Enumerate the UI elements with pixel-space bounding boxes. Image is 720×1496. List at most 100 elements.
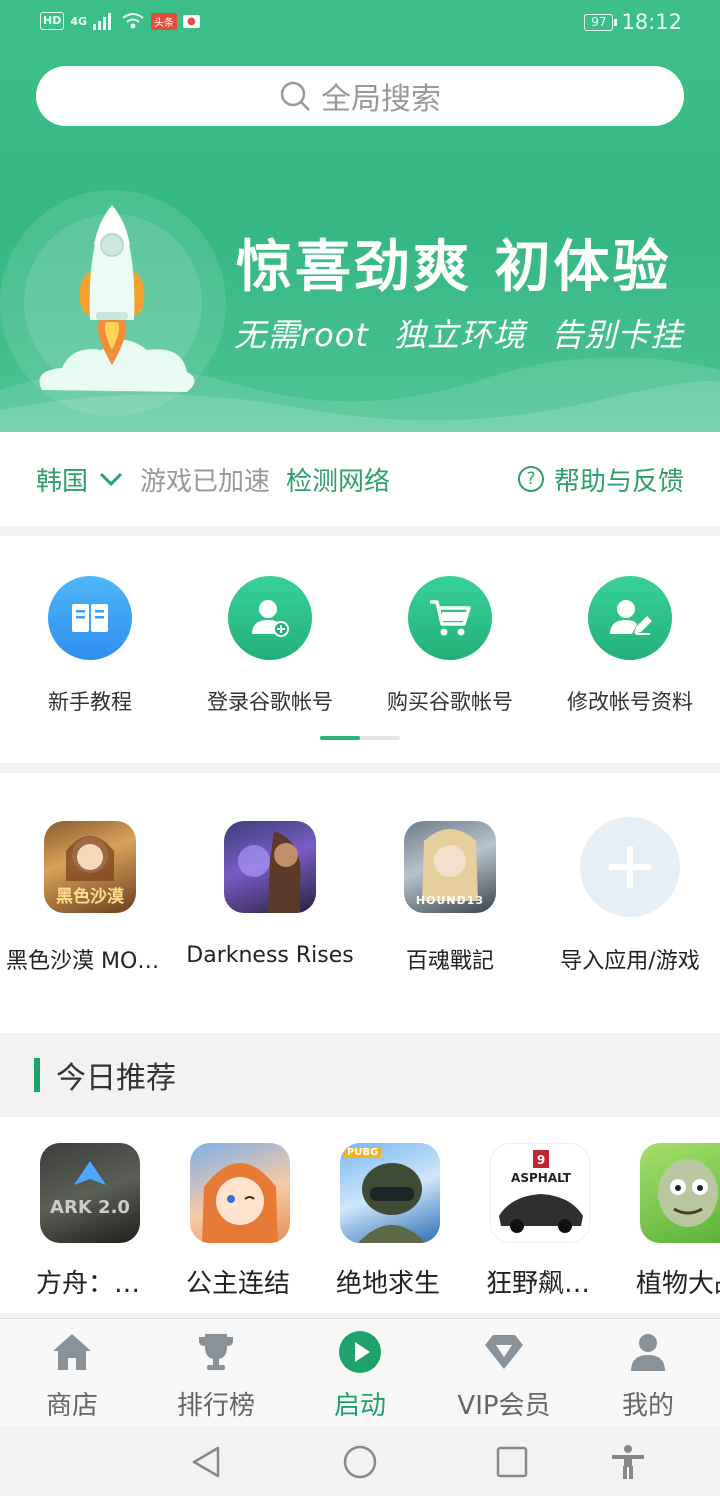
recommend-name: 狂野飙车9: [486, 1269, 596, 1299]
nav-launch[interactable]: 启动: [288, 1329, 432, 1422]
wifi-icon: [122, 13, 144, 29]
app-name: 黑色沙漠 MOBILE: [6, 949, 180, 974]
ark-icon: ARK 2.0: [40, 1143, 140, 1243]
accel-status: 游戏已加速: [140, 466, 271, 497]
question-icon: ?: [517, 466, 544, 492]
search-bar[interactable]: 全局搜索: [36, 66, 684, 126]
import-app-button[interactable]: 导入应用/游戏: [540, 817, 720, 975]
game-art: [358, 1163, 426, 1243]
installed-apps: 黑色沙漠 黑色沙漠 MOBILE Darkness Rises HOUND13 …: [0, 773, 720, 1033]
hound13-icon: HOUND13: [404, 821, 496, 913]
quick-action-login-google[interactable]: 登录谷歌帐号: [180, 576, 360, 716]
game-art: [238, 831, 301, 913]
quick-action-label: 购买谷歌帐号: [387, 690, 513, 714]
icon-text: 黑色沙漠: [56, 887, 124, 907]
game-art: ARK 2.0: [50, 1161, 130, 1218]
quick-action-label: 修改帐号资料: [567, 690, 693, 714]
nav-label: 启动: [333, 1391, 386, 1421]
princess-connect-icon: [190, 1143, 290, 1243]
app-name: 百魂戰記: [405, 949, 494, 974]
bottom-nav: 商店 排行榜 启动 VIP会员 我的: [0, 1318, 720, 1426]
recommend-title: 今日推荐: [56, 1061, 176, 1096]
pvz-icon: [640, 1143, 720, 1243]
darkness-rises-icon: [224, 821, 316, 913]
nav-store[interactable]: 商店: [0, 1329, 144, 1422]
network-label: 4G: [70, 14, 88, 28]
cart-icon: [430, 600, 471, 636]
pubg-tag: PUBG: [344, 1147, 382, 1158]
quick-action-tutorial[interactable]: 新手教程: [0, 576, 180, 716]
recommend-item[interactable]: ARK 2.0 方舟：生存进化: [36, 1143, 186, 1300]
nav-label: 排行榜: [176, 1391, 255, 1421]
import-label: 导入应用/游戏: [560, 949, 700, 974]
recents-icon[interactable]: [494, 1444, 530, 1480]
asphalt-icon: 9 ASPHALT: [490, 1143, 590, 1243]
icon-text: ASPHALT: [511, 1171, 572, 1185]
accessibility-icon[interactable]: [610, 1444, 646, 1480]
quick-actions: 新手教程 登录谷歌帐号 购买谷歌帐号 修改帐号资料: [0, 536, 720, 763]
nav-mine[interactable]: 我的: [576, 1329, 720, 1422]
region-selector[interactable]: 韩国: [36, 461, 124, 498]
recommend-name: 绝地求生: [336, 1269, 441, 1299]
plus-icon: [609, 846, 651, 888]
help-feedback-link[interactable]: ? 帮助与反馈: [517, 461, 684, 498]
recommend-item[interactable]: 9 ASPHALT 狂野飙车9: [486, 1143, 636, 1300]
recommend-name: 方舟：生存进化: [36, 1269, 146, 1299]
banner-waves: [0, 357, 720, 432]
app-item[interactable]: 黑色沙漠 黑色沙漠 MOBILE: [0, 821, 180, 975]
game-art: [202, 1163, 278, 1243]
chevron-down-icon: [99, 472, 123, 487]
hero-banner: HD 4G 头条 ● 97 18:12 全局搜索 惊喜劲爽 初体验 无需root…: [0, 0, 720, 432]
region-label: 韩国: [36, 466, 89, 497]
user-add-icon: [252, 600, 289, 637]
status-bar: HD 4G 头条 ● 97 18:12: [0, 0, 720, 50]
system-nav-bar: [0, 1426, 720, 1496]
back-icon[interactable]: [188, 1444, 224, 1480]
icon-text: ARK 2.0: [50, 1197, 130, 1218]
region-bar: 韩国 游戏已加速 检测网络 ? 帮助与反馈: [0, 432, 720, 526]
recommend-name: 公主连结: [186, 1269, 291, 1299]
page-indicator: [320, 736, 400, 740]
battery-indicator: 97: [584, 13, 618, 31]
detect-network-link[interactable]: 检测网络: [286, 461, 390, 498]
app-name: Darkness Rises: [186, 943, 354, 968]
app-notify-icon: ●: [183, 14, 200, 28]
search-icon: [280, 81, 310, 111]
quick-action-edit-account[interactable]: 修改帐号资料: [540, 576, 720, 716]
recommend-item[interactable]: 公主连结: [186, 1143, 336, 1300]
svg-text:9: 9: [537, 1153, 545, 1167]
add-circle: [580, 817, 680, 917]
section-accent-bar: [34, 1058, 40, 1092]
hd-indicator: HD: [40, 12, 65, 30]
nav-label: VIP会员: [457, 1391, 551, 1421]
toutiao-badge: 头条: [151, 12, 178, 30]
game-art: 9 ASPHALT: [499, 1150, 583, 1233]
nav-vip[interactable]: VIP会员: [432, 1329, 576, 1422]
clock: 18:12: [621, 10, 682, 34]
quick-action-buy-google[interactable]: 购买谷歌帐号: [360, 576, 540, 716]
recommend-item[interactable]: PUBG 绝地求生: [336, 1143, 486, 1300]
app-item[interactable]: Darkness Rises: [180, 821, 360, 968]
black-desert-icon: 黑色沙漠: [44, 821, 136, 913]
nav-ranking[interactable]: 排行榜: [144, 1329, 288, 1422]
recommend-item[interactable]: 植物大战僵尸: [636, 1143, 720, 1300]
search-placeholder: 全局搜索: [321, 82, 441, 117]
nav-label: 我的: [621, 1391, 674, 1421]
quick-action-label: 登录谷歌帐号: [207, 690, 333, 714]
trophy-icon: [199, 1334, 233, 1370]
recommend-header: 今日推荐: [0, 1033, 720, 1117]
play-icon: [339, 1331, 381, 1373]
person-icon: [631, 1334, 665, 1371]
icon-text: HOUND13: [415, 894, 485, 907]
help-label: 帮助与反馈: [553, 466, 684, 497]
home-circle-icon[interactable]: [342, 1444, 378, 1480]
diamond-icon: [485, 1335, 523, 1369]
user-edit-icon: [610, 600, 652, 635]
home-icon: [53, 1334, 91, 1370]
app-item[interactable]: HOUND13 百魂戰記: [360, 821, 540, 975]
game-art: [658, 1159, 718, 1227]
nav-label: 商店: [45, 1391, 98, 1421]
signal-icon: [93, 13, 112, 30]
book-icon: [72, 604, 108, 632]
banner-headline: 惊喜劲爽 初体验: [236, 235, 672, 300]
